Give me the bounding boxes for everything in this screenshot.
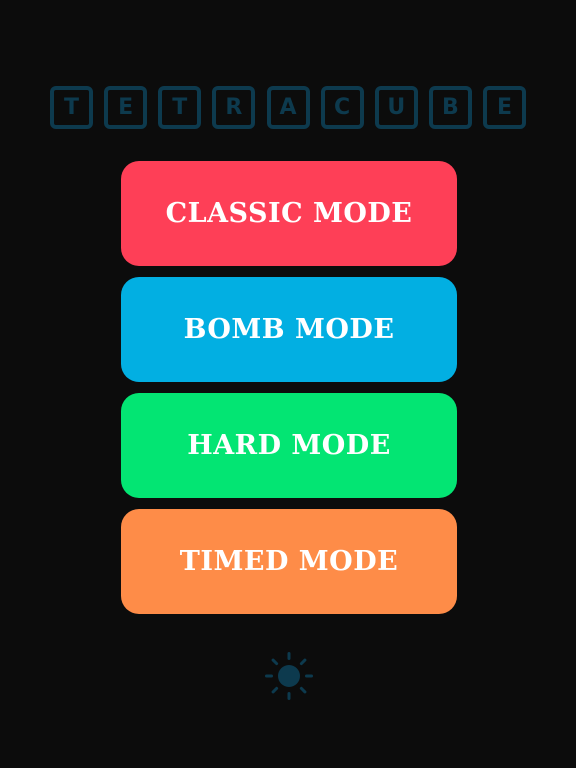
title-letter-tile: B [428, 86, 472, 129]
game-title: T E T R A C U B E [50, 86, 526, 134]
hard-mode-button[interactable]: HARD MODE [121, 393, 457, 498]
title-letter-tile: C [320, 86, 364, 129]
classic-mode-button[interactable]: CLASSIC MODE [121, 161, 457, 266]
title-letter-tile: A [266, 86, 310, 129]
settings-button[interactable] [264, 651, 314, 701]
bomb-mode-button[interactable]: BOMB MODE [121, 277, 457, 382]
title-letter-tile: U [374, 86, 418, 129]
sun-icon [265, 652, 313, 700]
timed-mode-button[interactable]: TIMED MODE [121, 509, 457, 614]
title-letter-tile: T [158, 86, 202, 129]
title-letter-tile: E [483, 86, 526, 129]
mode-menu: CLASSIC MODE BOMB MODE HARD MODE TIMED M… [121, 161, 457, 625]
title-letter-tile: T [50, 86, 93, 129]
title-letter-tile: E [104, 86, 148, 129]
title-letter-tile: R [212, 86, 256, 129]
